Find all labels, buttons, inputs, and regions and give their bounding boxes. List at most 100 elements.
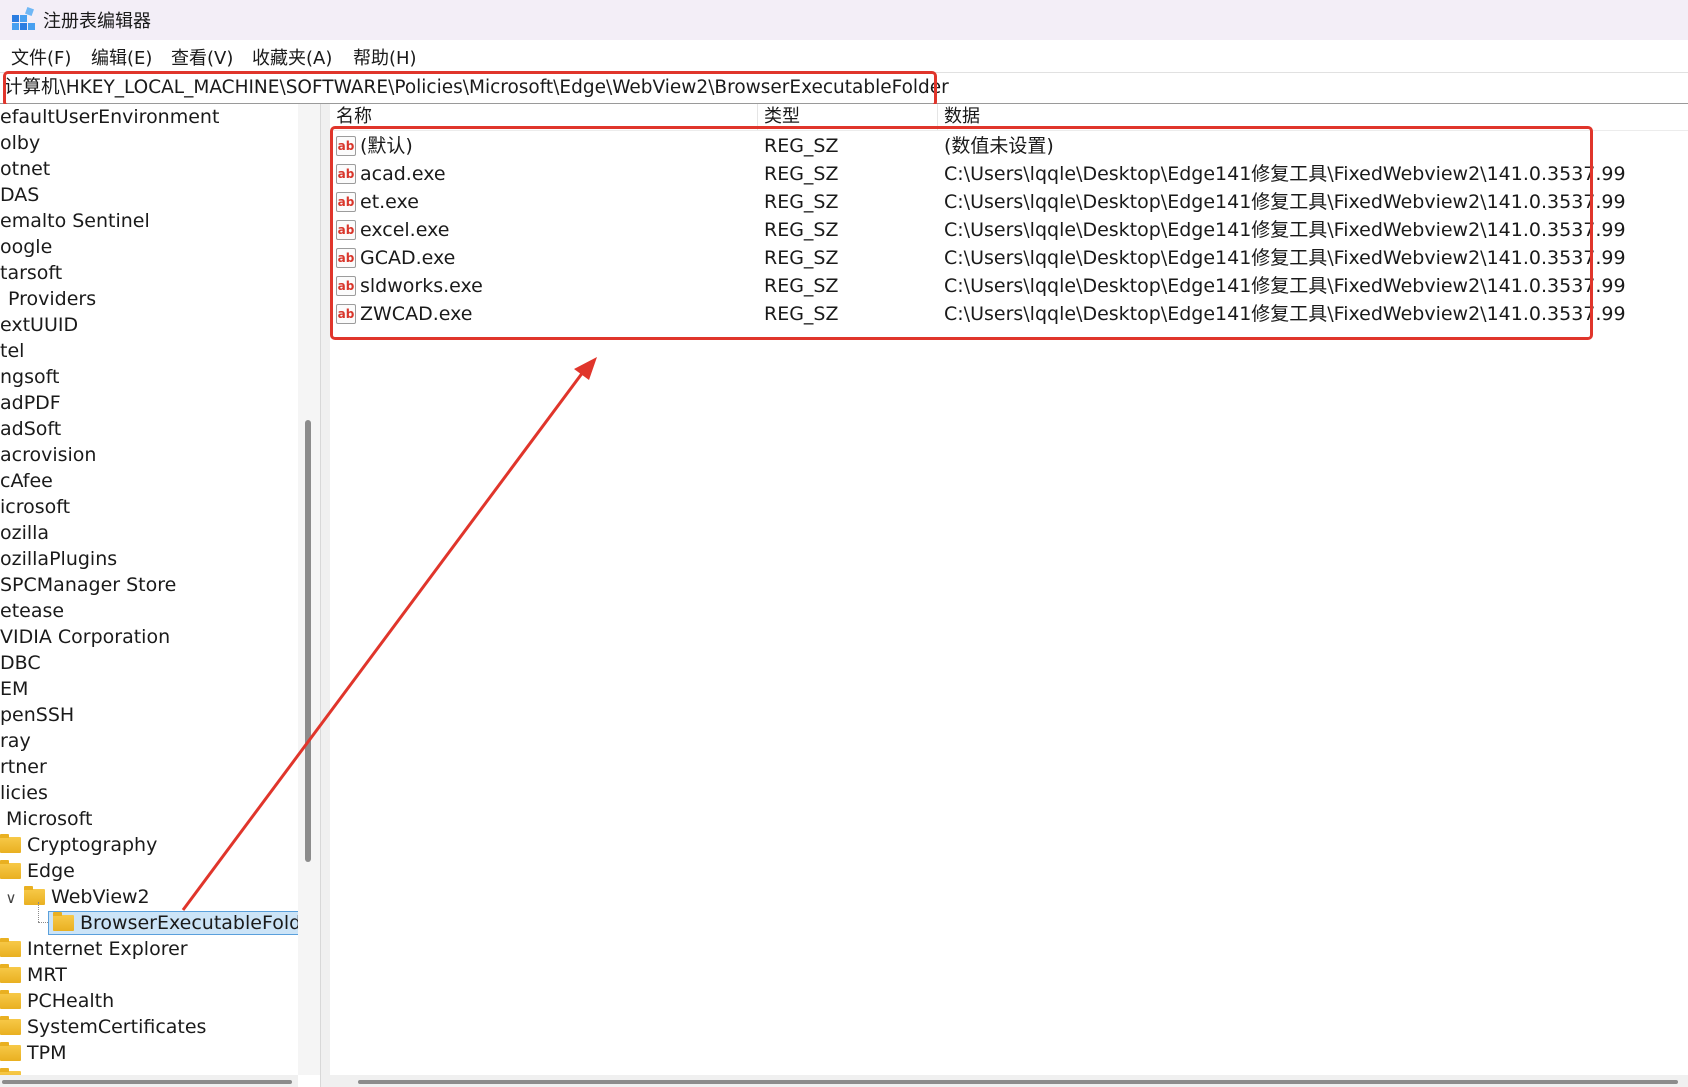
tree-item-label: Providers — [8, 288, 97, 310]
tree-item-webview2[interactable]: ∨ WebView2 — [4, 884, 150, 910]
value-data: C:\Users\lqqle\Desktop\Edge141修复工具\Fixed… — [944, 303, 1626, 325]
value-row[interactable]: ab GCAD.exe REG_SZ C:\Users\lqqle\Deskto… — [330, 244, 1688, 272]
tree-item[interactable]: acrovision — [0, 442, 96, 468]
value-name: acad.exe — [360, 163, 446, 185]
value-type: REG_SZ — [764, 275, 839, 297]
tree-item[interactable]: icrosoft — [0, 494, 70, 520]
tree-item[interactable]: extUUID — [0, 312, 78, 338]
value-row[interactable]: ab acad.exe REG_SZ C:\Users\lqqle\Deskto… — [330, 160, 1688, 188]
tree-item-browserexecutablefolder[interactable]: BrowserExecutableFolder — [48, 910, 298, 936]
title-bar: 注册表编辑器 — [0, 0, 1688, 40]
tree-item[interactable]: efaultUserEnvironment — [0, 104, 219, 130]
value-row[interactable]: ab et.exe REG_SZ C:\Users\lqqle\Desktop\… — [330, 188, 1688, 216]
tree-item[interactable]: VIDIA Corporation — [0, 624, 170, 650]
tree-item-label: SystemCertificates — [27, 1016, 207, 1038]
tree-item-label: EM — [0, 678, 29, 700]
folder-icon — [0, 964, 21, 983]
tree-item[interactable]: SPCManager Store — [0, 572, 176, 598]
tree-item[interactable]: ozillaPlugins — [0, 546, 117, 572]
tree-item-mrt[interactable]: MRT — [0, 962, 67, 988]
folder-icon — [0, 990, 21, 1009]
value-type: REG_SZ — [764, 303, 839, 325]
tree-item-label: olby — [0, 132, 41, 154]
tree-item[interactable]: ozilla — [0, 520, 49, 546]
tree-item[interactable]: adSoft — [0, 416, 61, 442]
pane-splitter[interactable] — [320, 104, 330, 1087]
menu-edit[interactable]: 编辑(E) — [91, 44, 152, 70]
menu-view[interactable]: 查看(V) — [171, 44, 233, 70]
tree-item-label: DBC — [0, 652, 41, 674]
folder-icon — [0, 834, 21, 853]
folder-icon — [0, 1042, 21, 1061]
values-hscrollbar-thumb[interactable] — [358, 1080, 1678, 1084]
tree-item-label: SPCManager Store — [0, 574, 177, 596]
chevron-down-icon[interactable]: ∨ — [4, 885, 18, 911]
tree-item[interactable]: licies — [0, 780, 48, 806]
tree-scrollbar-thumb[interactable] — [305, 420, 311, 862]
column-header-type[interactable]: 类型 — [758, 104, 938, 130]
string-value-icon: ab — [336, 220, 356, 240]
tree-item-label: tarsoft — [0, 262, 63, 284]
column-header-name[interactable]: 名称 — [330, 104, 758, 130]
tree-item-internet-explorer[interactable]: Internet Explorer — [0, 936, 188, 962]
folder-icon — [0, 1016, 21, 1035]
key-tree: efaultUserEnvironment olby otnet DAS ema… — [0, 104, 298, 1075]
value-row[interactable]: ab ZWCAD.exe REG_SZ C:\Users\lqqle\Deskt… — [330, 300, 1688, 328]
tree-item-microsoft[interactable]: Microsoft — [6, 806, 92, 832]
menu-help[interactable]: 帮助(H) — [353, 44, 417, 70]
tree-item-label: etease — [0, 600, 65, 622]
tree-item-label: emalto Sentinel — [0, 210, 150, 232]
value-row[interactable]: ab sldworks.exe REG_SZ C:\Users\lqqle\De… — [330, 272, 1688, 300]
tree-item-label: PCHealth — [27, 990, 115, 1012]
value-type: REG_SZ — [764, 247, 839, 269]
tree-item[interactable]: etease — [0, 598, 64, 624]
tree-item[interactable]: ray — [0, 728, 31, 754]
tree-item[interactable]: tarsoft — [0, 260, 62, 286]
tree-item-cryptography[interactable]: Cryptography — [0, 832, 157, 858]
tree-item[interactable]: DBC — [0, 650, 41, 676]
tree-item[interactable]: cAfee — [0, 468, 53, 494]
tree-item-label: WebView2 — [51, 886, 150, 908]
string-value-icon: ab — [336, 192, 356, 212]
tree-item-label: cAfee — [0, 470, 53, 492]
string-value-icon: ab — [336, 304, 356, 324]
folder-icon — [53, 912, 74, 931]
value-row[interactable]: ab excel.exe REG_SZ C:\Users\lqqle\Deskt… — [330, 216, 1688, 244]
menu-favorites[interactable]: 收藏夹(A) — [252, 44, 332, 70]
column-header-data[interactable]: 数据 — [938, 104, 1688, 130]
menu-file[interactable]: 文件(F) — [11, 44, 71, 70]
folder-icon — [24, 886, 46, 905]
tree-item-label: ray — [0, 730, 31, 752]
address-input[interactable] — [4, 74, 1684, 102]
tree-item[interactable]: ngsoft — [0, 364, 59, 390]
tree-item[interactable]: EM — [0, 676, 28, 702]
tree-item-label: Internet Explorer — [27, 938, 188, 960]
tree-item[interactable]: DAS — [0, 182, 39, 208]
tree-item-label: otnet — [0, 158, 51, 180]
tree-item[interactable]: adPDF — [0, 390, 61, 416]
value-data: C:\Users\lqqle\Desktop\Edge141修复工具\Fixed… — [944, 275, 1626, 297]
tree-item-pchealth[interactable]: PCHealth — [0, 988, 114, 1014]
tree-item-partial[interactable] — [0, 1066, 27, 1075]
tree-item-edge[interactable]: Edge — [0, 858, 75, 884]
value-type: REG_SZ — [764, 219, 839, 241]
tree-item-label: VIDIA Corporation — [0, 626, 171, 648]
tree-hscrollbar-thumb[interactable] — [2, 1080, 292, 1084]
value-row[interactable]: ab (默认) REG_SZ (数值未设置) — [330, 132, 1688, 160]
tree-item[interactable]: Providers — [8, 286, 96, 312]
tree-item[interactable]: otnet — [0, 156, 50, 182]
tree-item-label: adPDF — [0, 392, 61, 414]
tree-item[interactable]: emalto Sentinel — [0, 208, 150, 234]
tree-item[interactable]: oogle — [0, 234, 52, 260]
tree-item[interactable]: tel — [0, 338, 24, 364]
tree-item-systemcertificates[interactable]: SystemCertificates — [0, 1014, 206, 1040]
tree-item-label: adSoft — [0, 418, 62, 440]
value-name: excel.exe — [360, 219, 450, 241]
tree-item[interactable]: penSSH — [0, 702, 74, 728]
tree-item-tpm[interactable]: TPM — [0, 1040, 66, 1066]
header-divider — [330, 130, 1688, 131]
tree-item[interactable]: olby — [0, 130, 40, 156]
tree-connector — [38, 902, 39, 922]
tree-item[interactable]: rtner — [0, 754, 47, 780]
value-name: sldworks.exe — [360, 275, 483, 297]
